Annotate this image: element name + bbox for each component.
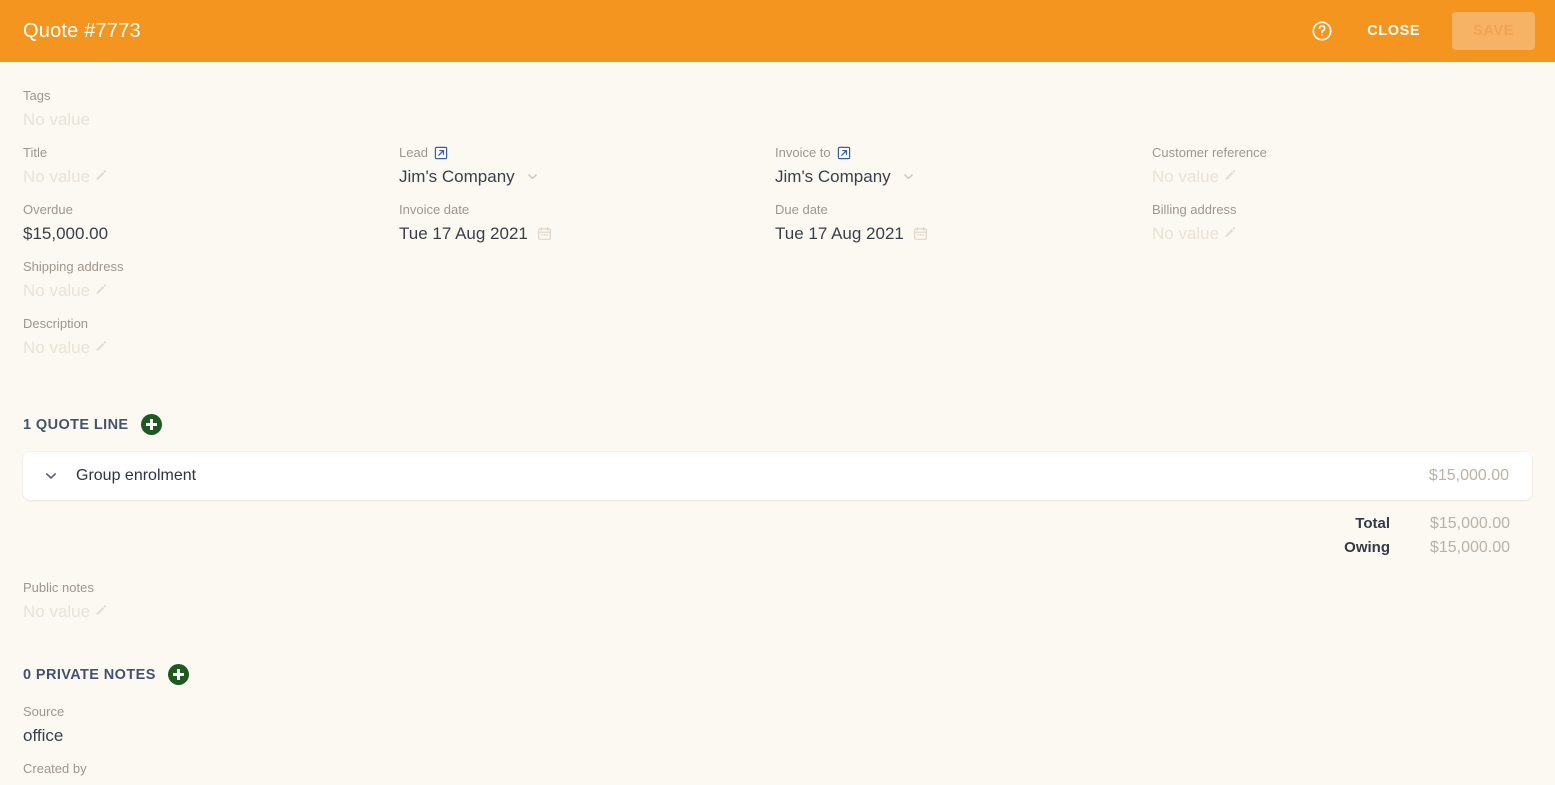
field-billing-address: Billing address No value <box>1152 201 1532 258</box>
spacer-source <box>23 685 1532 703</box>
pencil-icon[interactable] <box>94 600 107 624</box>
chevron-down-icon[interactable] <box>901 169 916 184</box>
field-lead-text: Jim's Company <box>399 166 515 186</box>
pencil-icon[interactable] <box>1223 222 1236 246</box>
field-created-by-label: Created by <box>23 761 87 776</box>
owing-row: Owing $15,000.00 <box>1344 539 1510 557</box>
save-button[interactable]: SAVE <box>1452 12 1535 50</box>
spacer-private-notes <box>23 636 1532 664</box>
total-row: Total $15,000.00 <box>1355 515 1510 533</box>
field-shipping-address-text: No value <box>23 280 91 300</box>
field-shipping-address-value[interactable]: No value <box>23 279 1532 303</box>
chevron-down-icon[interactable] <box>525 169 540 184</box>
help-icon[interactable] <box>1305 14 1339 48</box>
external-link-icon[interactable] <box>434 146 448 160</box>
field-lead: Lead Jim's Company <box>399 144 775 201</box>
plus-icon <box>145 419 157 430</box>
field-billing-address-value[interactable]: No value <box>1152 222 1532 246</box>
field-customer-reference: Customer reference No value <box>1152 144 1532 201</box>
field-billing-address-text: No value <box>1152 223 1220 243</box>
field-due-date: Due date Tue 17 Aug 2021 <box>775 201 1152 258</box>
field-source-value: office <box>23 725 64 745</box>
field-tags-value[interactable]: No value <box>23 108 1532 132</box>
chevron-down-icon[interactable] <box>43 468 59 484</box>
field-source: Source office <box>23 703 1532 760</box>
pencil-icon[interactable] <box>94 165 107 189</box>
spacer-quote-lines <box>23 372 1532 414</box>
field-overdue: Overdue $15,000.00 <box>23 201 399 258</box>
field-invoice-date-text: Tue 17 Aug 2021 <box>399 223 528 243</box>
field-public-notes: Public notes No value <box>23 579 1532 636</box>
total-value: $15,000.00 <box>1429 515 1510 532</box>
field-invoice-date-label: Invoice date <box>399 202 470 217</box>
field-customer-reference-label: Customer reference <box>1152 145 1267 160</box>
field-customer-reference-text: No value <box>1152 166 1220 186</box>
header-actions: CLOSE SAVE <box>1305 12 1535 50</box>
field-public-notes-value[interactable]: No value <box>23 600 1532 624</box>
field-lead-label: Lead <box>399 144 775 162</box>
quote-body: Tags No value Title No value Lead Jim's … <box>0 62 1555 785</box>
field-source-label: Source <box>23 704 65 719</box>
field-invoice-to: Invoice to Jim's Company <box>775 144 1152 201</box>
field-billing-address-label: Billing address <box>1152 202 1237 217</box>
field-created-by: Created by james@ish.com.au <box>23 760 1532 785</box>
field-due-date-text: Tue 17 Aug 2021 <box>775 223 904 243</box>
private-notes-header: 0 PRIVATE NOTES <box>23 664 1532 685</box>
field-tags: Tags No value <box>23 87 1532 144</box>
field-invoice-to-value[interactable]: Jim's Company <box>775 165 1152 189</box>
quote-line-name: Group enrolment <box>76 467 197 484</box>
quote-lines-heading: 1 QUOTE LINE <box>23 416 129 433</box>
quote-lines-header: 1 QUOTE LINE <box>23 414 1532 435</box>
plus-icon <box>172 669 184 680</box>
quote-line-amount: $15,000.00 <box>1428 467 1509 484</box>
field-customer-reference-value[interactable]: No value <box>1152 165 1532 189</box>
pencil-icon[interactable] <box>94 279 107 303</box>
field-due-date-value[interactable]: Tue 17 Aug 2021 <box>775 222 1152 246</box>
pencil-icon[interactable] <box>94 336 107 360</box>
field-title: Title No value <box>23 144 399 201</box>
field-public-notes-label: Public notes <box>23 580 94 595</box>
private-notes-heading: 0 PRIVATE NOTES <box>23 666 156 683</box>
field-invoice-date-value[interactable]: Tue 17 Aug 2021 <box>399 222 775 246</box>
total-label: Total <box>1355 515 1390 532</box>
field-tags-label: Tags <box>23 88 51 103</box>
field-title-text: No value <box>23 166 91 186</box>
quote-detail-page: Quote #7773 CLOSE SAVE Tags No value Tit… <box>0 0 1555 785</box>
add-quote-line-button[interactable] <box>140 414 162 435</box>
quote-line-row[interactable]: Group enrolment $15,000.00 <box>23 452 1532 500</box>
pencil-icon[interactable] <box>1223 165 1236 189</box>
calendar-icon[interactable] <box>537 226 552 241</box>
quote-totals: Total $15,000.00 Owing $15,000.00 <box>23 515 1532 557</box>
field-description: Description No value <box>23 315 1532 372</box>
field-due-date-label: Due date <box>775 202 828 217</box>
field-lead-label-text: Lead <box>399 145 428 160</box>
field-overdue-label: Overdue <box>23 202 73 217</box>
top-app-bar: Quote #7773 CLOSE SAVE <box>0 0 1555 62</box>
field-description-value[interactable]: No value <box>23 336 1532 360</box>
field-description-text: No value <box>23 337 91 357</box>
field-overdue-value: $15,000.00 <box>23 223 109 243</box>
field-shipping-address-label: Shipping address <box>23 259 124 274</box>
field-title-label: Title <box>23 145 48 160</box>
owing-label: Owing <box>1344 539 1390 556</box>
owing-value: $15,000.00 <box>1429 539 1510 556</box>
spacer-public-notes <box>23 557 1532 579</box>
calendar-icon[interactable] <box>913 226 928 241</box>
field-lead-value[interactable]: Jim's Company <box>399 165 775 189</box>
field-shipping-address: Shipping address No value <box>23 258 1532 315</box>
external-link-icon[interactable] <box>837 146 851 160</box>
quote-fields-grid: Tags No value Title No value Lead Jim's … <box>23 62 1532 372</box>
field-created-by-value: james@ish.com.au <box>23 781 1532 785</box>
close-button[interactable]: CLOSE <box>1353 13 1434 49</box>
add-private-note-button[interactable] <box>167 664 189 685</box>
page-title: Quote #7773 <box>23 19 141 42</box>
field-invoice-date: Invoice date Tue 17 Aug 2021 <box>399 201 775 258</box>
field-tags-text: No value <box>23 109 91 129</box>
field-title-value[interactable]: No value <box>23 165 399 189</box>
field-invoice-to-label: Invoice to <box>775 144 1152 162</box>
field-invoice-to-text: Jim's Company <box>775 166 891 186</box>
field-public-notes-text: No value <box>23 601 91 621</box>
field-description-label: Description <box>23 316 89 331</box>
field-invoice-to-label-text: Invoice to <box>775 145 831 160</box>
